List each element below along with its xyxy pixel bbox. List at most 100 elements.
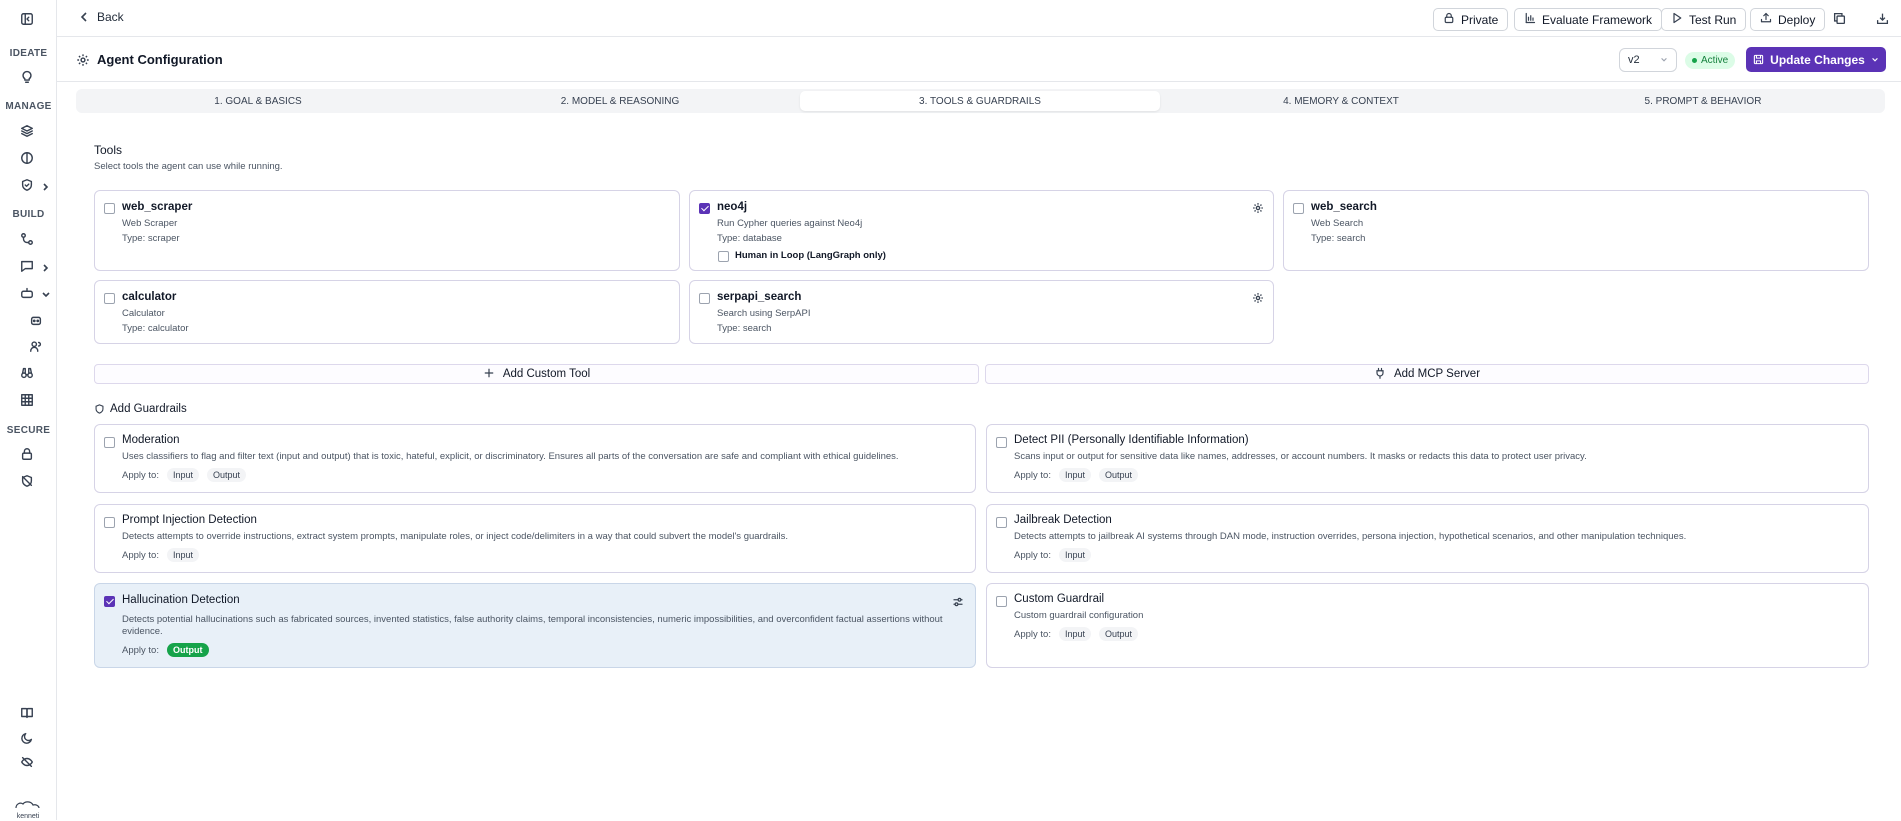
shield-check-icon[interactable]: [16, 174, 38, 196]
table-icon[interactable]: [16, 389, 38, 411]
tool-checkbox[interactable]: [1293, 203, 1304, 214]
sidebar: IDEATE MANAGE BUILD SECURE kenneti: [0, 0, 57, 820]
add-custom-tool-button[interactable]: Add Custom Tool: [94, 364, 979, 384]
tab-model-reasoning[interactable]: 2. MODEL & REASONING: [440, 91, 800, 111]
lightbulb-icon[interactable]: [16, 66, 38, 88]
guardrail-title: Detect PII (Personally Identifiable Info…: [1014, 434, 1249, 446]
tab-tools-guardrails[interactable]: 3. TOOLS & GUARDRAILS: [800, 91, 1160, 111]
test-run-label: Test Run: [1689, 12, 1737, 27]
apply-pill-input[interactable]: Input: [1059, 468, 1092, 482]
tool-card-serpapi-search[interactable]: serpapi_search Search using SerpAPI Type…: [689, 280, 1274, 344]
tool-card-web-scraper[interactable]: web_scraper Web Scraper Type: scraper: [94, 190, 680, 271]
human-in-loop-checkbox[interactable]: [718, 251, 729, 262]
sliders-icon[interactable]: [952, 596, 964, 608]
brain-icon[interactable]: [16, 147, 38, 169]
gear-icon[interactable]: [1252, 292, 1264, 304]
update-changes-button[interactable]: Update Changes: [1746, 47, 1886, 72]
tool-checkbox[interactable]: [104, 293, 115, 304]
guardrails-title: Add Guardrails: [110, 403, 187, 415]
back-button[interactable]: Back: [79, 10, 124, 24]
guardrail-description: Custom guardrail configuration: [1014, 610, 1144, 621]
status-dot: [1692, 58, 1697, 63]
guardrail-checkbox[interactable]: [104, 596, 115, 607]
moon-icon[interactable]: [16, 727, 38, 749]
config-header: Agent Configuration v2 Active Update Cha…: [57, 42, 1901, 82]
gear-icon: [76, 53, 90, 67]
guardrail-checkbox[interactable]: [996, 437, 1007, 448]
evaluate-label: Evaluate Framework: [1542, 12, 1653, 27]
deploy-button[interactable]: Deploy: [1750, 8, 1826, 31]
guardrail-card-custom[interactable]: Custom Guardrail Custom guardrail config…: [986, 583, 1869, 668]
add-mcp-server-button[interactable]: Add MCP Server: [985, 364, 1869, 384]
binoculars-icon[interactable]: [16, 362, 38, 384]
chevron-right-icon[interactable]: [41, 261, 51, 272]
users-icon[interactable]: [25, 335, 47, 357]
guardrail-checkbox[interactable]: [996, 596, 1007, 607]
lock-icon[interactable]: [16, 443, 38, 465]
tab-prompt-behavior[interactable]: 5. PROMPT & BEHAVIOR: [1523, 91, 1883, 111]
bot-icon[interactable]: [25, 309, 47, 331]
tab-goal-basics[interactable]: 1. GOAL & BASICS: [78, 91, 438, 111]
book-icon[interactable]: [16, 702, 38, 724]
tool-description: Run Cypher queries against Neo4j: [717, 218, 863, 229]
chat-icon[interactable]: [16, 255, 38, 277]
guardrail-description: Detects potential hallucinations such as…: [122, 614, 943, 637]
chevron-right-icon[interactable]: [41, 180, 51, 191]
tool-card-neo4j[interactable]: neo4j Run Cypher queries against Neo4j T…: [689, 190, 1274, 271]
guardrail-checkbox[interactable]: [104, 437, 115, 448]
version-select[interactable]: v2: [1619, 48, 1677, 72]
copy-icon[interactable]: [1833, 12, 1847, 26]
tools-title: Tools: [94, 143, 123, 157]
shield-off-icon[interactable]: [16, 470, 38, 492]
private-button[interactable]: Private: [1433, 8, 1509, 31]
version-value: v2: [1628, 54, 1640, 66]
apply-pill-output[interactable]: Output: [1099, 627, 1139, 641]
download-icon[interactable]: [1876, 12, 1890, 26]
sidebar-section-manage: MANAGE: [5, 101, 52, 112]
tool-description: Calculator: [122, 308, 165, 319]
guardrail-card-moderation[interactable]: Moderation Uses classifiers to flag and …: [94, 424, 976, 493]
test-run-button[interactable]: Test Run: [1661, 8, 1747, 31]
guardrail-title: Hallucination Detection: [122, 594, 240, 606]
back-label: Back: [97, 10, 124, 24]
guardrail-card-jailbreak[interactable]: Jailbreak Detection Detects attempts to …: [986, 504, 1869, 573]
tool-type: Type: calculator: [122, 323, 189, 334]
chevron-left-icon: [80, 12, 87, 22]
apply-pill-input[interactable]: Input: [1059, 548, 1092, 562]
gear-icon[interactable]: [1252, 202, 1264, 214]
guardrail-card-prompt-injection[interactable]: Prompt Injection Detection Detects attem…: [94, 504, 976, 573]
apply-pill-output[interactable]: Output: [167, 643, 209, 657]
eye-off-icon[interactable]: [16, 751, 38, 773]
agents-icon[interactable]: [16, 282, 38, 304]
apply-pill-input[interactable]: Input: [167, 468, 200, 482]
evaluate-framework-button[interactable]: Evaluate Framework: [1514, 8, 1663, 31]
bar-chart-icon: [1524, 12, 1536, 27]
apply-pill-output[interactable]: Output: [207, 468, 247, 482]
layers-icon[interactable]: [16, 120, 38, 142]
tool-description: Search using SerpAPI: [717, 308, 811, 319]
tool-name: serpapi_search: [717, 291, 802, 303]
sidebar-toggle-icon[interactable]: [16, 8, 38, 30]
apply-pill-input[interactable]: Input: [167, 548, 200, 562]
tool-name: web_scraper: [122, 201, 193, 213]
guardrail-checkbox[interactable]: [996, 517, 1007, 528]
apply-pill-output[interactable]: Output: [1099, 468, 1139, 482]
guardrail-card-hallucination[interactable]: Hallucination Detection Detects potentia…: [94, 583, 976, 668]
apply-to-label: Apply to:: [122, 550, 159, 561]
tool-description: Web Search: [1311, 218, 1364, 229]
sidebar-section-secure: SECURE: [6, 425, 51, 436]
chevron-down-icon[interactable]: [41, 288, 51, 298]
workflow-icon[interactable]: [16, 228, 38, 250]
guardrail-card-detect-pii[interactable]: Detect PII (Personally Identifiable Info…: [986, 424, 1869, 493]
tool-card-web-search[interactable]: web_search Web Search Type: search: [1283, 190, 1869, 271]
tool-card-calculator[interactable]: calculator Calculator Type: calculator: [94, 280, 680, 344]
topbar: Back Private Evaluate Framework Test Run…: [57, 0, 1901, 37]
tool-checkbox[interactable]: [699, 293, 710, 304]
tool-checkbox[interactable]: [104, 203, 115, 214]
guardrail-title: Prompt Injection Detection: [122, 514, 257, 526]
config-tabs: 1. GOAL & BASICS 2. MODEL & REASONING 3.…: [76, 89, 1885, 113]
tab-memory-context[interactable]: 4. MEMORY & CONTEXT: [1161, 91, 1521, 111]
tool-checkbox[interactable]: [699, 203, 710, 214]
guardrail-checkbox[interactable]: [104, 517, 115, 528]
apply-pill-input[interactable]: Input: [1059, 627, 1092, 641]
